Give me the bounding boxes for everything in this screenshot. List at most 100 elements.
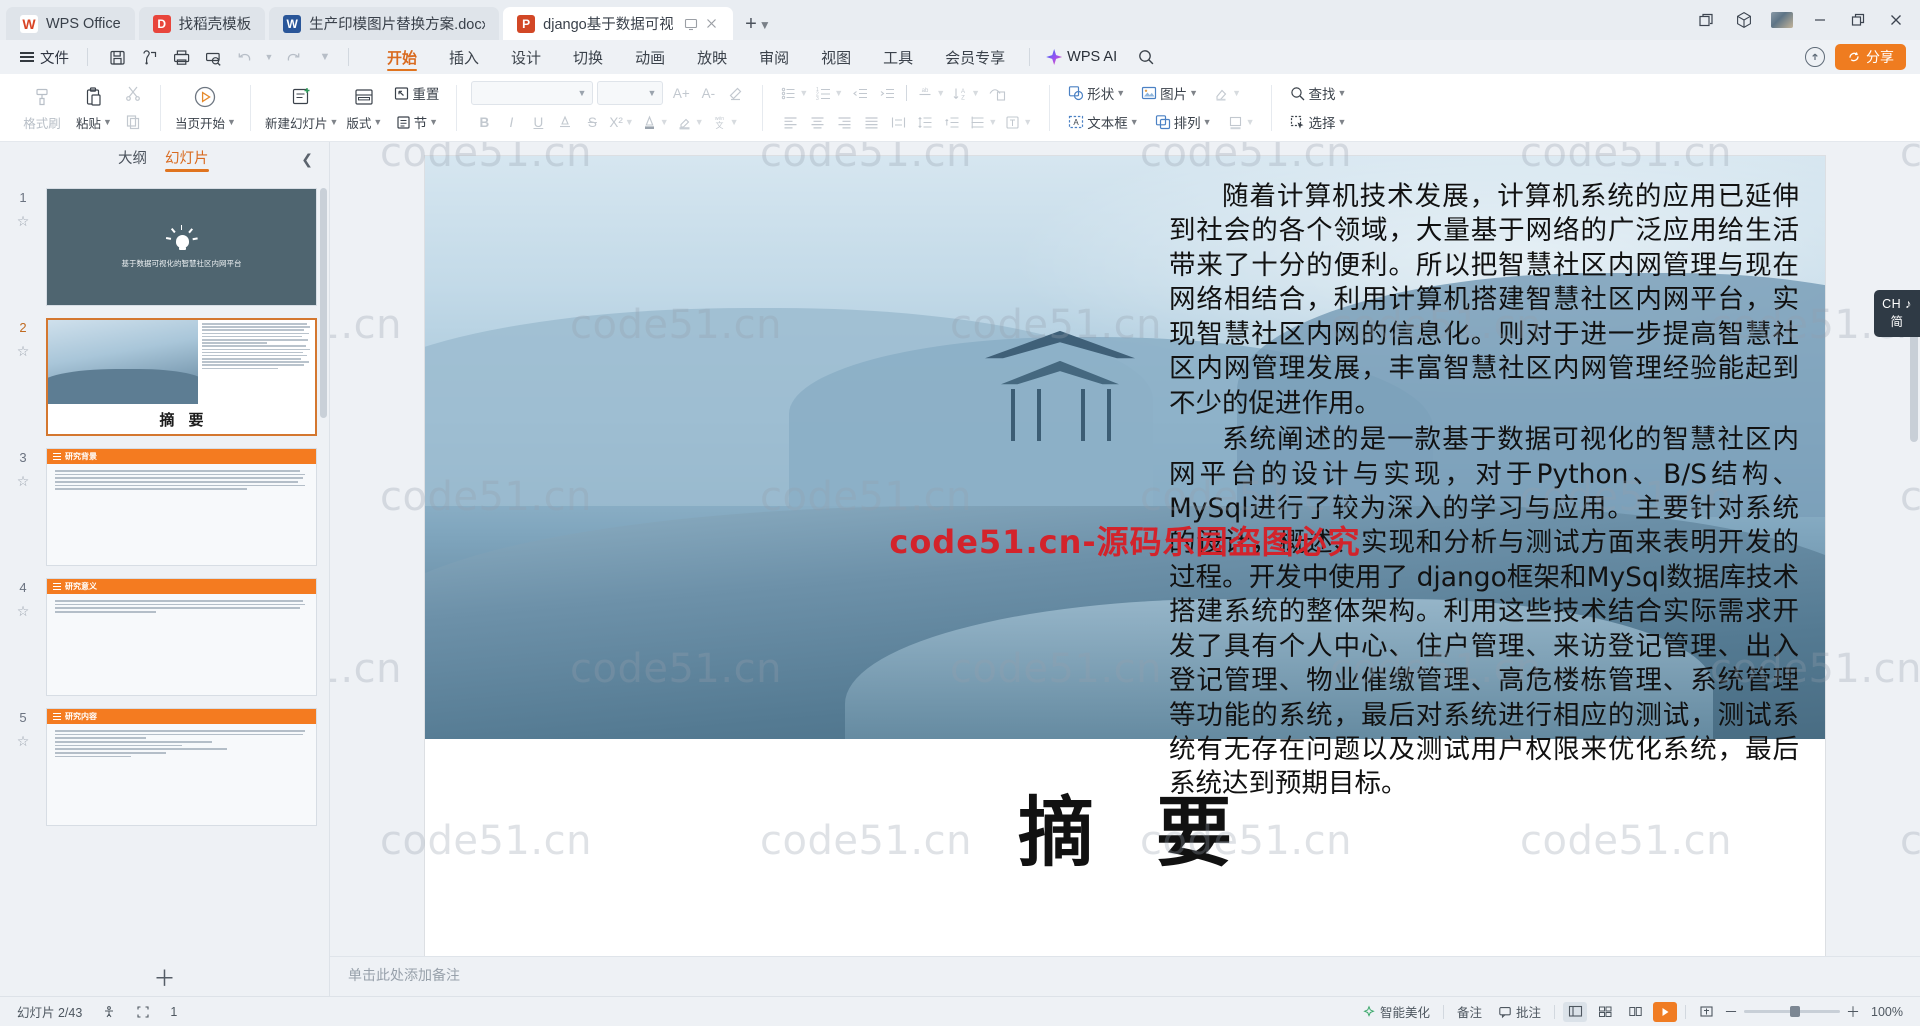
current-slide[interactable]: 随着计算机技术发展，计算机系统的应用已延伸到社会的各个领域，大量基于网络的广泛应… bbox=[425, 156, 1825, 956]
normal-view-button[interactable] bbox=[1563, 1002, 1587, 1022]
list-item[interactable]: 3 ☆ 研究背景 bbox=[0, 442, 329, 572]
add-slide-button[interactable]: plus-icon＋ bbox=[0, 958, 329, 996]
close-button[interactable] bbox=[1878, 6, 1914, 34]
start-from-current-slide-button[interactable]: 当页开始▼ bbox=[175, 78, 236, 138]
close-tab-icon[interactable] bbox=[703, 16, 719, 32]
char-spacing-button[interactable] bbox=[552, 110, 578, 135]
multi-window-icon[interactable] bbox=[1688, 6, 1724, 34]
slide-thumbnail-list[interactable]: 1 ☆ 基于数据可视化的智慧社区内网平台 bbox=[0, 176, 329, 958]
app-tab-wps-office[interactable]: W WPS Office bbox=[6, 7, 135, 40]
slide-count-indicator[interactable]: 幻灯片 2/43 bbox=[12, 1001, 87, 1023]
grow-font-button[interactable]: A+ bbox=[668, 81, 694, 106]
tab-slides[interactable]: 幻灯片 bbox=[165, 147, 209, 172]
cube-icon[interactable] bbox=[1726, 6, 1762, 34]
list-item[interactable]: 1 ☆ 基于数据可视化的智慧社区内网平台 bbox=[0, 182, 329, 312]
tab-start[interactable]: 开始 bbox=[371, 41, 433, 73]
align-center-button[interactable] bbox=[804, 110, 830, 135]
list-item[interactable]: 4 ☆ 研究意义 bbox=[0, 572, 329, 702]
page-index-indicator[interactable]: 1 bbox=[165, 1001, 182, 1023]
italic-button[interactable]: I bbox=[498, 110, 524, 135]
shrink-font-button[interactable]: A- bbox=[695, 81, 721, 106]
superscript-button[interactable]: X²▼ bbox=[606, 110, 636, 135]
minimize-button[interactable] bbox=[1802, 6, 1838, 34]
sort-button[interactable]: AZ▼ bbox=[949, 81, 983, 106]
tab-animation[interactable]: 动画 bbox=[619, 41, 681, 73]
vertical-scrollbar[interactable] bbox=[1910, 292, 1918, 926]
shape-style-button[interactable]: ▼ bbox=[1210, 81, 1244, 106]
star-icon[interactable]: ☆ bbox=[17, 343, 30, 360]
shape-fill-button[interactable]: ▼ bbox=[1224, 110, 1258, 135]
images-button[interactable]: 图片▼ bbox=[1137, 81, 1201, 106]
textbox-button[interactable]: A 文本框▼ bbox=[1064, 110, 1141, 135]
slide-thumbnail-2[interactable]: 摘 要 bbox=[46, 318, 317, 436]
monitor-icon[interactable] bbox=[683, 16, 699, 32]
copy-button[interactable] bbox=[120, 110, 146, 135]
star-icon[interactable]: ☆ bbox=[17, 603, 30, 620]
paragraph-spacing-button[interactable] bbox=[939, 110, 965, 135]
notes-toggle-button[interactable]: 备注 bbox=[1452, 1001, 1487, 1023]
save-as-icon[interactable] bbox=[134, 44, 164, 70]
redo-icon[interactable] bbox=[278, 44, 308, 70]
upload-cloud-icon[interactable] bbox=[1805, 47, 1825, 67]
shapes-button[interactable]: 形状▼ bbox=[1064, 81, 1128, 106]
font-size-select[interactable]: ▼ bbox=[597, 81, 663, 105]
cut-button[interactable] bbox=[120, 81, 146, 106]
app-tab-active-presentation[interactable]: P django基于数据可视化的智 bbox=[503, 7, 733, 40]
zoom-knob[interactable] bbox=[1790, 1006, 1800, 1017]
reset-button[interactable]: 重置 bbox=[390, 81, 442, 106]
tab-design[interactable]: 设计 bbox=[495, 41, 557, 73]
slide-thumbnail-4[interactable]: 研究意义 bbox=[46, 578, 317, 696]
chevron-down-icon[interactable]: ▼ bbox=[329, 117, 338, 127]
slide-panel-scrollbar[interactable] bbox=[320, 184, 327, 918]
section-button[interactable]: 节 ▼ bbox=[390, 110, 442, 135]
zoom-out-icon[interactable]: － bbox=[1724, 1002, 1738, 1022]
fit-to-window-button[interactable] bbox=[1694, 1002, 1718, 1022]
star-icon[interactable]: ☆ bbox=[17, 213, 30, 230]
tab-slideshow[interactable]: 放映 bbox=[681, 41, 743, 73]
app-tab-word-document[interactable]: W 生产印模图片替换方案.docx bbox=[269, 7, 499, 40]
chevron-down-icon[interactable]: ▼ bbox=[227, 117, 236, 127]
zoom-track[interactable] bbox=[1744, 1010, 1840, 1013]
wps-ai-button[interactable]: WPS AI bbox=[1038, 49, 1125, 65]
tab-insert[interactable]: 插入 bbox=[433, 41, 495, 73]
new-tab-button[interactable]: + ▼ bbox=[737, 13, 777, 40]
paste-button[interactable]: 粘贴▼ bbox=[68, 78, 120, 138]
slide-sorter-view-button[interactable] bbox=[1593, 1002, 1617, 1022]
share-button[interactable]: 分享 bbox=[1835, 44, 1906, 70]
text-highlight-button[interactable]: ▼ bbox=[673, 110, 707, 135]
underline-button[interactable]: U bbox=[525, 110, 551, 135]
zoom-level-label[interactable]: 100% bbox=[1866, 1001, 1908, 1023]
increase-indent-button[interactable] bbox=[874, 81, 900, 106]
font-color-button[interactable]: ▼ bbox=[638, 110, 672, 135]
zoom-in-icon[interactable]: ＋ bbox=[1846, 1002, 1860, 1022]
tab-view[interactable]: 视图 bbox=[805, 41, 867, 73]
list-item[interactable]: 5 ☆ 研究内容 bbox=[0, 702, 329, 832]
tab-tools[interactable]: 工具 bbox=[867, 41, 929, 73]
maximize-restore-button[interactable] bbox=[1840, 6, 1876, 34]
numbered-list-button[interactable]: 123▼ bbox=[812, 81, 846, 106]
slide-body-text[interactable]: 随着计算机技术发展，计算机系统的应用已延伸到社会的各个领域，大量基于网络的广泛应… bbox=[1169, 180, 1799, 804]
chevron-down-icon[interactable]: ▼ bbox=[759, 18, 771, 32]
user-avatar[interactable] bbox=[1764, 6, 1800, 34]
distribute-button[interactable] bbox=[885, 110, 911, 135]
layout-button[interactable]: 版式▼ bbox=[338, 78, 390, 138]
save-icon[interactable] bbox=[102, 44, 132, 70]
align-left-button[interactable] bbox=[777, 110, 803, 135]
focus-mode-icon[interactable] bbox=[131, 1001, 155, 1023]
align-right-button[interactable] bbox=[831, 110, 857, 135]
bullet-list-button[interactable]: ▼ bbox=[777, 81, 811, 106]
accessibility-icon[interactable] bbox=[97, 1001, 121, 1023]
print-icon[interactable] bbox=[166, 44, 196, 70]
comments-toggle-button[interactable]: 批注 bbox=[1493, 1001, 1546, 1023]
chevron-down-icon[interactable]: ▼ bbox=[373, 117, 382, 127]
slide-title[interactable]: 摘 要 bbox=[425, 756, 1825, 896]
customize-toolbar-icon[interactable]: ▼ bbox=[310, 44, 340, 70]
reading-view-button[interactable] bbox=[1623, 1002, 1647, 1022]
slide-canvas-area[interactable]: 随着计算机技术发展，计算机系统的应用已延伸到社会的各个领域，大量基于网络的广泛应… bbox=[330, 142, 1920, 956]
clear-format-button[interactable] bbox=[722, 81, 748, 106]
strikethrough-button[interactable]: S bbox=[579, 110, 605, 135]
decrease-indent-button[interactable] bbox=[847, 81, 873, 106]
app-tab-docer-template[interactable]: D 找稻壳模板 bbox=[139, 7, 266, 40]
chevron-left-icon[interactable]: ❮ bbox=[301, 151, 313, 168]
chevron-down-icon[interactable]: ▼ bbox=[429, 117, 438, 127]
